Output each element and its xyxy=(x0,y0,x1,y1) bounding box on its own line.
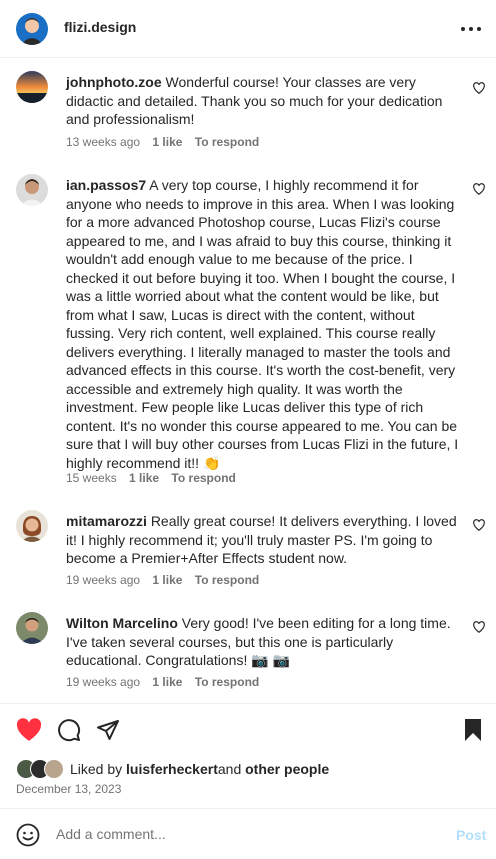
heart-filled-icon[interactable] xyxy=(16,718,42,742)
actions-divider xyxy=(0,703,496,704)
liked-by-avatars[interactable] xyxy=(16,759,66,779)
commenter-username[interactable]: Wilton Marcelino xyxy=(66,615,178,631)
other-likers-link[interactable]: other people xyxy=(245,761,329,777)
heart-outline-icon[interactable] xyxy=(472,81,486,95)
commenter-avatar[interactable] xyxy=(16,174,48,206)
commenter-avatar[interactable] xyxy=(16,612,48,644)
comment-text: Wilton Marcelino Very good! I've been ed… xyxy=(66,614,460,670)
commenter-avatar[interactable] xyxy=(16,71,48,103)
comment-likes[interactable]: 1 like xyxy=(152,573,182,587)
comment-likes[interactable]: 1 like xyxy=(152,675,182,689)
reply-button[interactable]: To respond xyxy=(171,471,235,485)
commenter-username[interactable]: johnphoto.zoe xyxy=(66,74,162,90)
post-comment-button[interactable]: Post xyxy=(456,827,486,843)
heart-outline-icon[interactable] xyxy=(472,182,486,196)
heart-outline-icon[interactable] xyxy=(472,620,486,634)
comment-time: 15 weeks xyxy=(66,471,117,485)
reply-button[interactable]: To respond xyxy=(195,573,259,587)
comment-body: A very top course, I highly recommend it… xyxy=(66,177,459,471)
reply-button[interactable]: To respond xyxy=(195,675,259,689)
reply-button[interactable]: To respond xyxy=(195,135,259,149)
commenter-username[interactable]: ian.passos7 xyxy=(66,177,146,193)
comment-time: 19 weeks ago xyxy=(66,675,141,689)
heart-outline-icon[interactable] xyxy=(472,518,486,532)
liked-by-prefix: Liked by xyxy=(70,761,123,777)
comment-likes[interactable]: 1 like xyxy=(129,471,159,485)
liked-by-conjunction: and xyxy=(217,761,242,777)
comment-likes[interactable]: 1 like xyxy=(152,135,182,149)
comment-text: johnphoto.zoe Wonderful course! Your cla… xyxy=(66,73,460,129)
comment-input[interactable] xyxy=(56,826,436,842)
comment-bubble-icon[interactable] xyxy=(57,718,81,742)
comment-time: 19 weeks ago xyxy=(66,573,141,587)
comment-meta: 15 weeks 1 like To respond xyxy=(66,471,245,485)
smiley-icon[interactable] xyxy=(16,823,40,847)
comment-meta: 13 weeks ago 1 like To respond xyxy=(66,135,268,149)
liked-by-summary: Liked by luisferheckertand other people xyxy=(70,761,329,777)
composer-divider xyxy=(0,808,496,809)
author-avatar[interactable] xyxy=(16,13,48,45)
comment-text: ian.passos7 A very top course, I highly … xyxy=(66,176,460,472)
more-options-icon[interactable] xyxy=(459,20,483,38)
comment-time: 13 weeks ago xyxy=(66,135,141,149)
bookmark-filled-icon[interactable] xyxy=(462,718,484,742)
comment-text: mitamarozzi Really great course! It deli… xyxy=(66,512,460,568)
author-username[interactable]: flizi.design xyxy=(64,19,136,35)
liker-avatar xyxy=(44,759,64,779)
post-date: December 13, 2023 xyxy=(16,782,122,796)
post-header: flizi.design xyxy=(0,0,496,58)
comment-meta: 19 weeks ago 1 like To respond xyxy=(66,573,268,587)
commenter-avatar[interactable] xyxy=(16,510,48,542)
liked-by-user-link[interactable]: luisferheckert xyxy=(126,761,218,777)
comment-meta: 19 weeks ago 1 like To respond xyxy=(66,675,268,689)
commenter-username[interactable]: mitamarozzi xyxy=(66,513,147,529)
paper-plane-icon[interactable] xyxy=(96,718,120,742)
